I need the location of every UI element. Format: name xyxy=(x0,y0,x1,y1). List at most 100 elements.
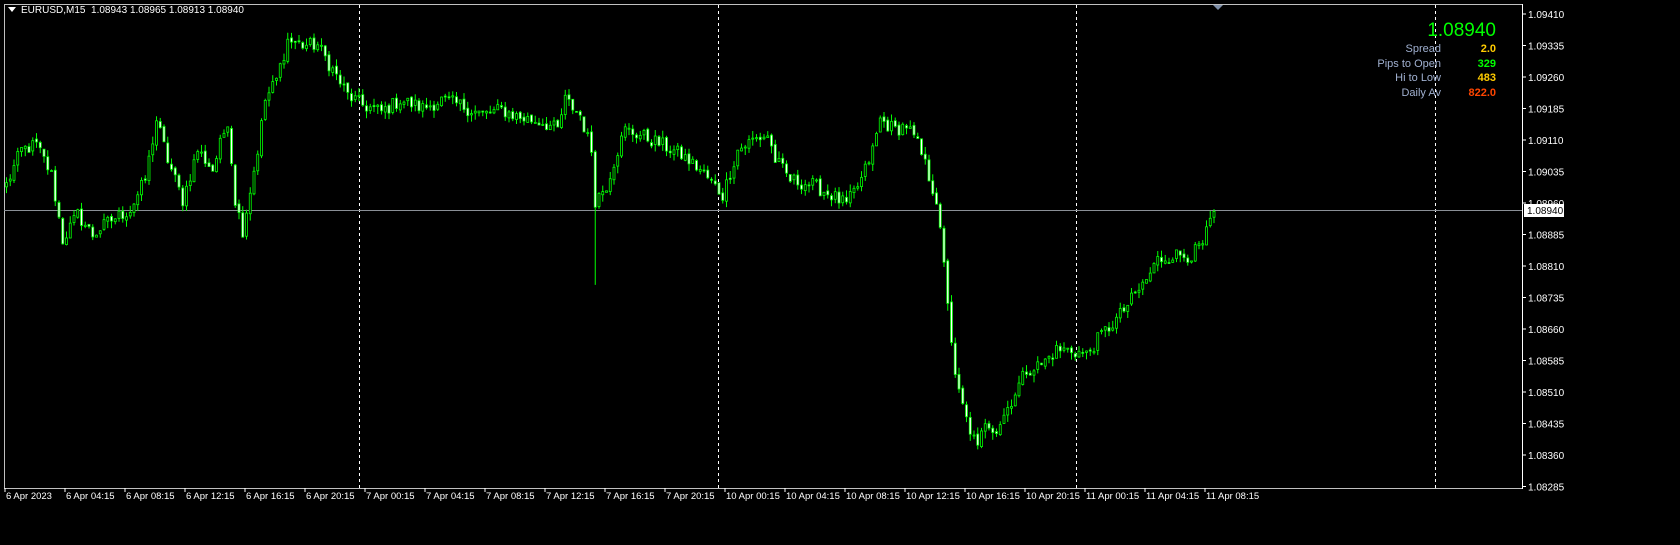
candle-body xyxy=(593,151,597,208)
candle xyxy=(871,143,875,171)
candle xyxy=(826,184,830,199)
candle-body xyxy=(331,67,335,73)
candle-body xyxy=(31,140,35,152)
price-tick-label: 1.08435 xyxy=(1528,420,1565,431)
candle xyxy=(916,132,920,140)
candle xyxy=(590,125,593,157)
candle-body xyxy=(518,111,522,119)
candle-body xyxy=(72,215,76,223)
candle-body xyxy=(207,162,211,168)
candle xyxy=(818,175,822,197)
candle xyxy=(72,210,76,226)
candle-body xyxy=(1115,316,1118,329)
info-value: 822.0 xyxy=(1468,86,1496,99)
candle xyxy=(147,149,151,185)
dropdown-triangle-icon[interactable] xyxy=(8,7,16,12)
candle xyxy=(57,200,61,220)
candle xyxy=(1028,370,1032,376)
candle xyxy=(706,165,710,180)
candle-body xyxy=(293,40,297,43)
candle xyxy=(1021,367,1025,386)
candle-body xyxy=(1092,351,1096,354)
candle-body xyxy=(657,136,661,146)
candle-body xyxy=(927,159,931,182)
candle xyxy=(402,100,406,109)
candle-body xyxy=(695,160,698,171)
candle-body xyxy=(822,191,826,196)
candle-body xyxy=(428,105,432,108)
candle xyxy=(425,97,428,110)
candle xyxy=(788,174,792,183)
candle xyxy=(608,171,612,196)
candle-body xyxy=(608,178,612,192)
candle-body xyxy=(736,149,740,167)
candle xyxy=(541,118,545,126)
candle xyxy=(537,117,541,126)
candle-body xyxy=(53,169,57,202)
candle-body xyxy=(747,139,751,149)
candle xyxy=(1088,347,1092,356)
candle xyxy=(1175,249,1178,263)
candle-body xyxy=(590,131,593,153)
candle-body xyxy=(882,116,886,122)
candle xyxy=(410,96,413,112)
candle-body xyxy=(837,191,841,204)
candle xyxy=(905,123,908,135)
candle xyxy=(398,99,402,114)
candle-body xyxy=(57,202,61,218)
candle xyxy=(856,182,860,191)
candle xyxy=(301,41,305,50)
candle xyxy=(837,187,841,209)
candle-body xyxy=(612,166,616,181)
candle xyxy=(1055,340,1058,359)
candle-body xyxy=(192,159,196,183)
candle-body xyxy=(365,105,368,112)
candle xyxy=(230,125,233,167)
candle-body xyxy=(128,211,132,217)
candle-body xyxy=(1073,353,1077,358)
candle-body xyxy=(845,196,848,203)
candle xyxy=(1043,358,1047,370)
candle-body xyxy=(702,169,706,172)
candle xyxy=(728,170,732,184)
candle-body xyxy=(1178,250,1182,256)
candle xyxy=(218,134,222,164)
candle xyxy=(653,130,657,152)
candle xyxy=(1036,356,1040,374)
candle-body xyxy=(571,98,575,111)
candle xyxy=(12,159,16,184)
time-tick-label: 10 Apr 04:15 xyxy=(786,491,840,502)
candle xyxy=(151,136,155,163)
candle-body xyxy=(863,163,867,177)
candle-body xyxy=(1066,347,1070,350)
price-tick-label: 1.09035 xyxy=(1528,168,1565,179)
candle-body xyxy=(473,110,477,114)
candle xyxy=(882,111,886,128)
candle-body xyxy=(76,209,80,218)
current-price-label: 1.08940 xyxy=(1527,206,1564,217)
candle-body xyxy=(1137,289,1141,293)
candle xyxy=(702,164,706,173)
candle xyxy=(822,191,826,200)
candle-body xyxy=(1085,350,1088,353)
candle-body xyxy=(515,113,518,120)
candle xyxy=(530,114,533,125)
candle-body xyxy=(841,195,845,204)
candle xyxy=(920,138,923,156)
candle-body xyxy=(226,126,230,133)
candle xyxy=(470,109,473,122)
candle-body xyxy=(627,127,631,130)
candle-body xyxy=(211,164,215,172)
candle xyxy=(597,192,601,209)
candle xyxy=(372,98,376,113)
candle xyxy=(338,70,342,88)
candle xyxy=(717,182,721,195)
chart-shift-marker-icon[interactable] xyxy=(1213,5,1223,10)
candle xyxy=(432,100,436,118)
candle-body xyxy=(132,203,136,213)
candle xyxy=(305,38,308,52)
candle xyxy=(552,117,556,132)
time-axis: 6 Apr 2023 6 Apr 04:15 6 Apr 08:15 6 Apr 12… xyxy=(4,488,1259,502)
candle xyxy=(222,129,226,138)
candle-body xyxy=(8,178,12,182)
